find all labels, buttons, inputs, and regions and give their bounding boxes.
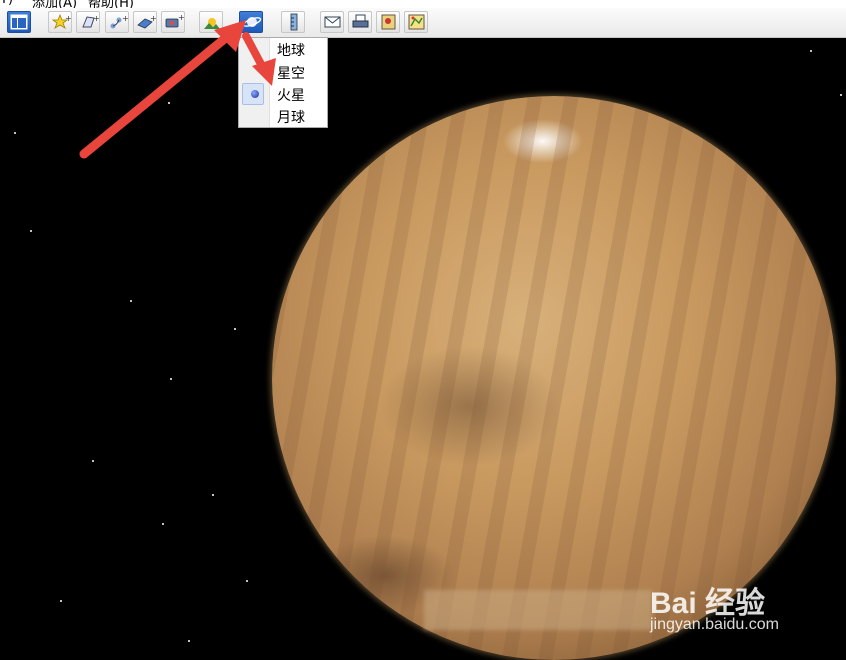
blurred-region [424,590,652,630]
menu-tools[interactable]: T) [0,0,13,7]
save-image-icon [381,14,396,30]
mars-globe[interactable] [272,96,836,660]
toolbar: + + + + + [0,8,846,38]
svg-text:+: + [178,13,184,22]
svg-text:+: + [150,14,156,23]
print-button[interactable] [348,11,372,33]
save-image-button[interactable] [376,11,400,33]
svg-text:+: + [122,14,128,23]
baidu-jingyan-watermark: Bai 经验 jingyan.baidu.com [650,578,800,638]
planet-menu-item-moon[interactable]: 月球 [239,105,327,127]
record-tour-icon: + [165,13,184,28]
print-icon [352,14,369,28]
planet-menu: 地球 星空 火星 月球 [238,37,328,128]
add-image-overlay-button[interactable]: + [133,11,157,33]
email-icon [324,16,341,28]
email-button[interactable] [320,11,344,33]
sunlight-button[interactable] [199,11,223,33]
view-in-maps-button[interactable] [404,11,428,33]
path-icon: + [110,14,128,29]
polygon-icon: + [82,14,99,28]
planet-menu-item-mars[interactable]: 火星 [239,83,327,105]
image-overlay-icon: + [137,14,156,29]
sidebar-icon [10,14,28,30]
view-in-maps-icon [408,14,425,30]
svg-text:+: + [65,14,71,23]
sunlight-icon [204,18,220,29]
radio-selected-icon [251,90,259,98]
menu-bar: T) 添加(A) 帮助(H) [0,0,846,8]
watermark-url: jingyan.baidu.com [650,616,779,633]
ruler-icon [290,13,298,31]
add-placemark-button[interactable]: + [48,11,72,33]
svg-text:+: + [93,14,99,23]
menu-add[interactable]: 添加(A) [32,0,77,8]
record-tour-button[interactable]: + [161,11,185,33]
planet-menu-item-sky[interactable]: 星空 [239,61,327,83]
planet-icon [242,17,262,27]
menu-help[interactable]: 帮助(H) [88,0,134,8]
add-path-button[interactable]: + [105,11,129,33]
switch-planet-button[interactable] [239,11,263,33]
sidebar-toggle-button[interactable] [7,11,31,33]
planet-menu-item-earth[interactable]: 地球 [239,38,327,60]
placemark-icon: + [51,13,71,29]
mars-surface-texture [272,96,836,660]
ruler-button[interactable] [281,11,305,33]
add-polygon-button[interactable]: + [76,11,100,33]
